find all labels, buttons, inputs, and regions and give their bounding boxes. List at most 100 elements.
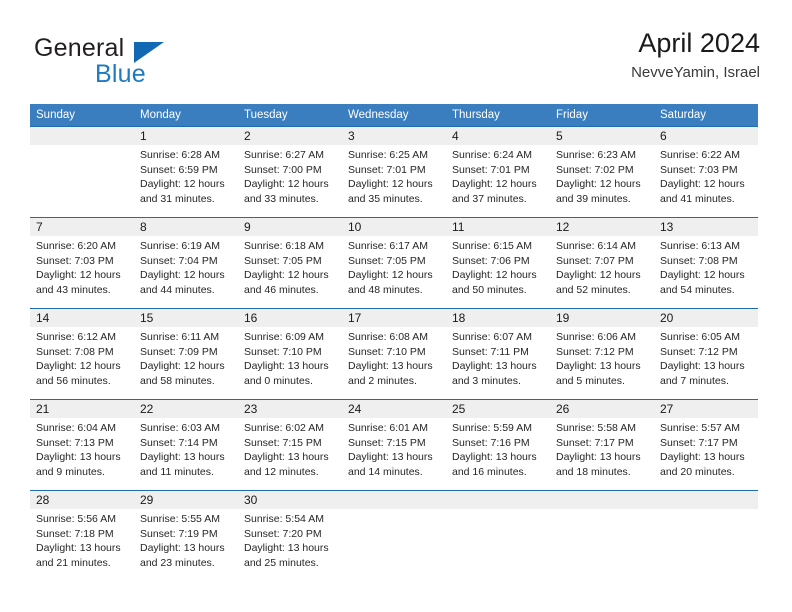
- day-number[interactable]: 10: [342, 218, 446, 236]
- daylight-text-line2: and 18 minutes.: [556, 465, 631, 478]
- day-cell[interactable]: Sunrise: 6:23 AM Sunset: 7:02 PM Dayligh…: [550, 145, 654, 217]
- day-number[interactable]: 13: [654, 218, 758, 236]
- weekday-header-row: Sunday Monday Tuesday Wednesday Thursday…: [30, 104, 758, 126]
- daylight-text-line2: and 7 minutes.: [660, 374, 729, 387]
- day-number[interactable]: 11: [446, 218, 550, 236]
- sunset-text: Sunset: 7:03 PM: [660, 163, 738, 176]
- daylight-text-line1: Daylight: 13 hours: [660, 360, 745, 373]
- day-number[interactable]: 28: [30, 491, 134, 509]
- daylight-text-line2: and 35 minutes.: [348, 192, 423, 205]
- day-number[interactable]: 26: [550, 400, 654, 418]
- day-cell[interactable]: [654, 509, 758, 581]
- day-number[interactable]: 8: [134, 218, 238, 236]
- day-number[interactable]: 20: [654, 309, 758, 327]
- daylight-text-line1: Daylight: 13 hours: [348, 360, 433, 373]
- day-cell[interactable]: Sunrise: 6:13 AM Sunset: 7:08 PM Dayligh…: [654, 236, 758, 308]
- day-cell[interactable]: Sunrise: 6:25 AM Sunset: 7:01 PM Dayligh…: [342, 145, 446, 217]
- day-number[interactable]: 19: [550, 309, 654, 327]
- day-cell[interactable]: [342, 509, 446, 581]
- day-number[interactable]: 1: [134, 127, 238, 145]
- daylight-text-line2: and 50 minutes.: [452, 283, 527, 296]
- day-number[interactable]: 16: [238, 309, 342, 327]
- day-number[interactable]: 18: [446, 309, 550, 327]
- day-number[interactable]: 3: [342, 127, 446, 145]
- day-cell[interactable]: [30, 145, 134, 217]
- week-date-band: 7 8 9 10 11 12 13: [30, 218, 758, 236]
- day-cell[interactable]: Sunrise: 6:14 AM Sunset: 7:07 PM Dayligh…: [550, 236, 654, 308]
- day-number[interactable]: 5: [550, 127, 654, 145]
- sunrise-text: Sunrise: 6:04 AM: [36, 422, 116, 434]
- sunrise-text: Sunrise: 6:24 AM: [452, 149, 532, 161]
- day-cell[interactable]: Sunrise: 5:57 AM Sunset: 7:17 PM Dayligh…: [654, 418, 758, 490]
- daylight-text-line1: Daylight: 12 hours: [452, 178, 537, 191]
- day-number[interactable]: 25: [446, 400, 550, 418]
- daylight-text-line1: Daylight: 12 hours: [452, 269, 537, 282]
- daylight-text-line2: and 46 minutes.: [244, 283, 319, 296]
- sunrise-text: Sunrise: 6:08 AM: [348, 331, 428, 343]
- sunset-text: Sunset: 7:19 PM: [140, 527, 218, 540]
- sunset-text: Sunset: 7:05 PM: [244, 254, 322, 267]
- day-cell[interactable]: Sunrise: 6:07 AM Sunset: 7:11 PM Dayligh…: [446, 327, 550, 399]
- sunset-text: Sunset: 7:01 PM: [348, 163, 426, 176]
- day-cell[interactable]: Sunrise: 6:27 AM Sunset: 7:00 PM Dayligh…: [238, 145, 342, 217]
- day-number[interactable]: 21: [30, 400, 134, 418]
- day-cell[interactable]: Sunrise: 6:24 AM Sunset: 7:01 PM Dayligh…: [446, 145, 550, 217]
- day-number[interactable]: 4: [446, 127, 550, 145]
- day-number[interactable]: 15: [134, 309, 238, 327]
- day-cell[interactable]: Sunrise: 6:02 AM Sunset: 7:15 PM Dayligh…: [238, 418, 342, 490]
- day-number[interactable]: 7: [30, 218, 134, 236]
- day-number[interactable]: 27: [654, 400, 758, 418]
- sunrise-text: Sunrise: 6:03 AM: [140, 422, 220, 434]
- day-number[interactable]: 6: [654, 127, 758, 145]
- sunset-text: Sunset: 7:02 PM: [556, 163, 634, 176]
- day-number[interactable]: [550, 491, 654, 509]
- day-number[interactable]: 23: [238, 400, 342, 418]
- day-cell[interactable]: Sunrise: 6:19 AM Sunset: 7:04 PM Dayligh…: [134, 236, 238, 308]
- day-number[interactable]: [654, 491, 758, 509]
- day-number[interactable]: [446, 491, 550, 509]
- day-cell[interactable]: Sunrise: 6:15 AM Sunset: 7:06 PM Dayligh…: [446, 236, 550, 308]
- sunset-text: Sunset: 7:15 PM: [244, 436, 322, 449]
- day-cell[interactable]: Sunrise: 6:22 AM Sunset: 7:03 PM Dayligh…: [654, 145, 758, 217]
- day-cell[interactable]: Sunrise: 6:20 AM Sunset: 7:03 PM Dayligh…: [30, 236, 134, 308]
- day-cell[interactable]: [446, 509, 550, 581]
- day-number[interactable]: 12: [550, 218, 654, 236]
- day-cell[interactable]: Sunrise: 6:28 AM Sunset: 6:59 PM Dayligh…: [134, 145, 238, 217]
- day-number[interactable]: 17: [342, 309, 446, 327]
- general-blue-logo[interactable]: General Blue: [34, 34, 254, 90]
- day-cell[interactable]: Sunrise: 5:54 AM Sunset: 7:20 PM Dayligh…: [238, 509, 342, 581]
- day-cell[interactable]: Sunrise: 5:59 AM Sunset: 7:16 PM Dayligh…: [446, 418, 550, 490]
- sunrise-text: Sunrise: 6:17 AM: [348, 240, 428, 252]
- day-cell[interactable]: Sunrise: 6:09 AM Sunset: 7:10 PM Dayligh…: [238, 327, 342, 399]
- day-number[interactable]: [342, 491, 446, 509]
- day-number[interactable]: 22: [134, 400, 238, 418]
- day-cell[interactable]: Sunrise: 6:01 AM Sunset: 7:15 PM Dayligh…: [342, 418, 446, 490]
- day-cell[interactable]: Sunrise: 6:05 AM Sunset: 7:12 PM Dayligh…: [654, 327, 758, 399]
- daylight-text-line1: Daylight: 13 hours: [452, 451, 537, 464]
- day-cell[interactable]: Sunrise: 6:06 AM Sunset: 7:12 PM Dayligh…: [550, 327, 654, 399]
- day-cell[interactable]: Sunrise: 6:04 AM Sunset: 7:13 PM Dayligh…: [30, 418, 134, 490]
- sunrise-text: Sunrise: 6:19 AM: [140, 240, 220, 252]
- day-cell[interactable]: Sunrise: 5:56 AM Sunset: 7:18 PM Dayligh…: [30, 509, 134, 581]
- week-date-band: 28 29 30: [30, 491, 758, 509]
- day-cell[interactable]: Sunrise: 6:08 AM Sunset: 7:10 PM Dayligh…: [342, 327, 446, 399]
- day-number[interactable]: 2: [238, 127, 342, 145]
- week-row: 7 8 9 10 11 12 13 Sunrise: 6:20 AM Sunse…: [30, 217, 758, 308]
- day-number[interactable]: 9: [238, 218, 342, 236]
- day-cell[interactable]: Sunrise: 6:11 AM Sunset: 7:09 PM Dayligh…: [134, 327, 238, 399]
- day-cell[interactable]: Sunrise: 6:17 AM Sunset: 7:05 PM Dayligh…: [342, 236, 446, 308]
- day-cell[interactable]: Sunrise: 6:03 AM Sunset: 7:14 PM Dayligh…: [134, 418, 238, 490]
- day-cell[interactable]: Sunrise: 5:58 AM Sunset: 7:17 PM Dayligh…: [550, 418, 654, 490]
- day-cell[interactable]: Sunrise: 5:55 AM Sunset: 7:19 PM Dayligh…: [134, 509, 238, 581]
- day-number[interactable]: 29: [134, 491, 238, 509]
- day-number[interactable]: 30: [238, 491, 342, 509]
- day-number[interactable]: 14: [30, 309, 134, 327]
- daylight-text-line1: Daylight: 12 hours: [660, 178, 745, 191]
- sunset-text: Sunset: 7:16 PM: [452, 436, 530, 449]
- day-number[interactable]: [30, 127, 134, 145]
- day-number[interactable]: 24: [342, 400, 446, 418]
- day-cell[interactable]: Sunrise: 6:18 AM Sunset: 7:05 PM Dayligh…: [238, 236, 342, 308]
- day-cell[interactable]: Sunrise: 6:12 AM Sunset: 7:08 PM Dayligh…: [30, 327, 134, 399]
- sunrise-text: Sunrise: 6:27 AM: [244, 149, 324, 161]
- day-cell[interactable]: [550, 509, 654, 581]
